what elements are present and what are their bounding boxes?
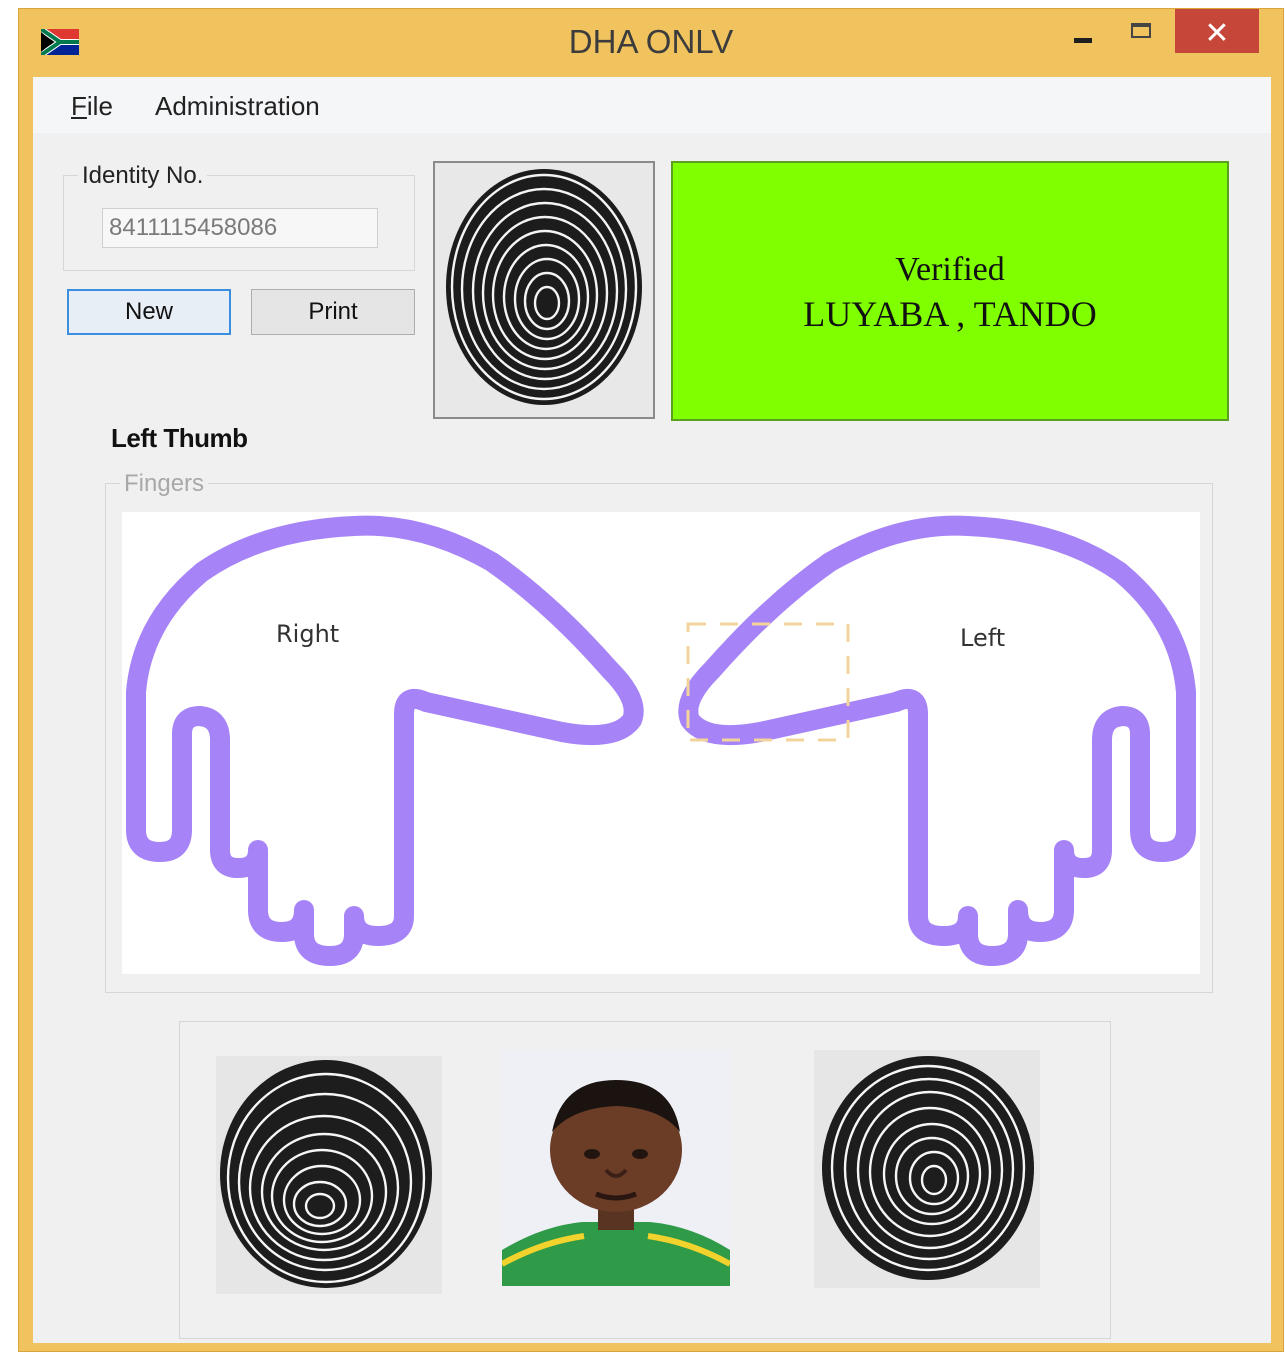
identity-number-field[interactable] <box>102 208 378 248</box>
close-button[interactable]: ✕ <box>1175 9 1259 53</box>
stored-fingerprint-right <box>216 1056 442 1294</box>
fingers-group-label: Fingers <box>120 470 209 498</box>
maximize-button[interactable] <box>1115 9 1165 53</box>
right-hand-label: Right <box>276 620 340 648</box>
hands-outline <box>126 515 1196 966</box>
menu-file-label: ile <box>86 91 113 121</box>
maximize-icon <box>1131 23 1151 38</box>
title-bar[interactable]: DHA ONLV ✕ <box>19 9 1283 77</box>
menu-bar: File Administration <box>33 77 1271 133</box>
left-hand-label: Left <box>960 624 1006 652</box>
selected-finger-label: Left Thumb <box>111 423 248 453</box>
person-photo <box>500 1050 732 1286</box>
app-window: DHA ONLV ✕ File Administration Identity … <box>18 8 1284 1352</box>
minimize-icon <box>1074 38 1092 43</box>
new-button[interactable]: New <box>67 289 231 335</box>
stored-fingerprint-left <box>814 1050 1040 1288</box>
captured-fingerprint <box>433 161 655 419</box>
hands-diagram: Right Left <box>122 512 1200 974</box>
identity-group: Identity No. <box>63 162 415 271</box>
identity-group-label: Identity No. <box>78 162 208 190</box>
print-button[interactable]: Print <box>251 289 415 335</box>
menu-file[interactable]: File <box>71 91 113 122</box>
verified-person-name: LUYABA , TANDO <box>803 294 1097 334</box>
verification-panel: Verified LUYABA , TANDO <box>671 161 1229 421</box>
client-area: File Administration Identity No. New Pri… <box>33 77 1271 1343</box>
person-photo-image <box>500 1050 732 1286</box>
minimize-button[interactable] <box>1059 9 1105 53</box>
menu-administration[interactable]: Administration <box>155 91 320 122</box>
fingers-group: Fingers Right Left <box>105 470 1213 993</box>
menu-file-mnemonic: F <box>71 91 87 121</box>
fingerprint-image <box>814 1050 1040 1288</box>
right-hand-outline <box>126 515 644 966</box>
close-icon: ✕ <box>1204 17 1230 50</box>
fingerprint-image <box>216 1056 442 1294</box>
verification-status: Verified <box>895 251 1005 288</box>
fingerprint-image <box>435 163 653 417</box>
record-images-group <box>179 1021 1111 1339</box>
